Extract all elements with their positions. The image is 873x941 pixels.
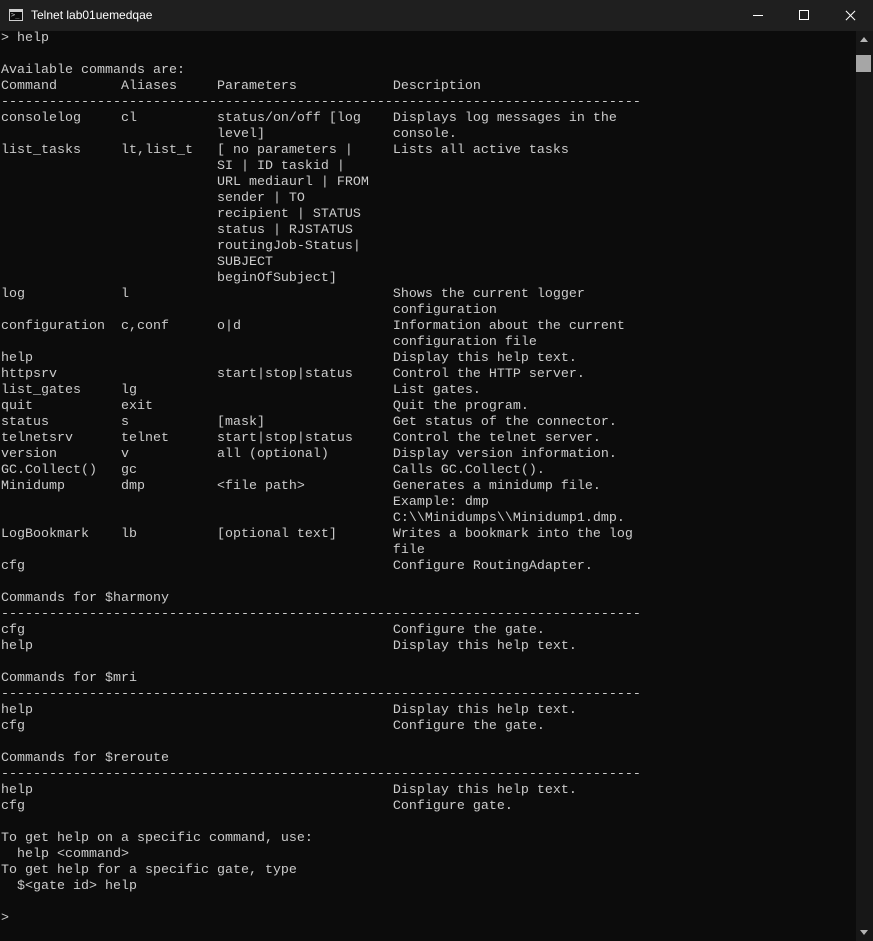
- terminal-line: Commands for $mri: [1, 671, 137, 686]
- terminal-line: LogBookmark lb [optional text] Writes a …: [1, 527, 633, 542]
- terminal-line: configuration file: [1, 335, 537, 350]
- terminal-line: Commands for $harmony: [1, 591, 169, 606]
- terminal-line: ----------------------------------------…: [1, 687, 641, 702]
- terminal-line: cfg Configure gate.: [1, 799, 513, 814]
- terminal-line: version v all (optional) Display version…: [1, 447, 617, 462]
- title-bar[interactable]: Telnet lab01uemedqae: [0, 0, 873, 31]
- terminal-line: cfg Configure the gate.: [1, 623, 545, 638]
- terminal-line: configuration c,conf o|d Information abo…: [1, 319, 625, 334]
- terminal-line: help Display this help text.: [1, 703, 577, 718]
- terminal-line: httpsrv start|stop|status Control the HT…: [1, 367, 585, 382]
- terminal-line: cfg Configure RoutingAdapter.: [1, 559, 593, 574]
- terminal-line: >: [1, 911, 9, 926]
- terminal-line: list_tasks lt,list_t [ no parameters | L…: [1, 143, 569, 158]
- terminal-line: > help: [1, 31, 49, 46]
- terminal-line: SUBJECT: [1, 255, 273, 270]
- console-icon: [9, 9, 23, 21]
- terminal-output[interactable]: > help Available commands are: Command Ali…: [0, 31, 856, 941]
- scroll-up-icon[interactable]: [860, 37, 868, 42]
- terminal-lines: > help Available commands are: Command Ali…: [1, 31, 641, 927]
- terminal-line: recipient | STATUS: [1, 207, 361, 222]
- terminal-line: help <command>: [1, 847, 129, 862]
- terminal-line: ----------------------------------------…: [1, 767, 641, 782]
- terminal-line: $<gate id> help: [1, 879, 137, 894]
- terminal-line: telnetsrv telnet start|stop|status Contr…: [1, 431, 601, 446]
- terminal-line: Example: dmp: [1, 495, 489, 510]
- vertical-scrollbar[interactable]: [856, 31, 873, 941]
- terminal-line: Available commands are:: [1, 63, 185, 78]
- window-title: Telnet lab01uemedqae: [31, 8, 153, 22]
- terminal-line: configuration: [1, 303, 497, 318]
- terminal-line: status s [mask] Get status of the connec…: [1, 415, 617, 430]
- terminal-line: level] console.: [1, 127, 457, 142]
- terminal-line: ----------------------------------------…: [1, 607, 641, 622]
- terminal-line: help Display this help text.: [1, 351, 577, 366]
- terminal-line: C:\\Minidumps\\Minidump1.dmp.: [1, 511, 625, 526]
- terminal-line: SI | ID taskid |: [1, 159, 345, 174]
- terminal-line: sender | TO: [1, 191, 305, 206]
- terminal-line: To get help on a specific command, use:: [1, 831, 313, 846]
- terminal-line: GC.Collect() gc Calls GC.Collect().: [1, 463, 545, 478]
- terminal-line: Minidump dmp <file path> Generates a min…: [1, 479, 601, 494]
- terminal-line: Command Aliases Parameters Description: [1, 79, 481, 94]
- minimize-button[interactable]: [735, 0, 781, 31]
- terminal-line: quit exit Quit the program.: [1, 399, 529, 414]
- terminal-line: To get help for a specific gate, type: [1, 863, 297, 878]
- terminal-line: Commands for $reroute: [1, 751, 169, 766]
- terminal-line: help Display this help text.: [1, 639, 577, 654]
- scroll-thumb[interactable]: [856, 55, 871, 72]
- terminal-line: list_gates lg List gates.: [1, 383, 481, 398]
- close-button[interactable]: [827, 0, 873, 31]
- terminal-line: status | RJSTATUS: [1, 223, 353, 238]
- scroll-down-icon[interactable]: [860, 930, 868, 935]
- terminal-line: help Display this help text.: [1, 783, 577, 798]
- terminal-line: log l Shows the current logger: [1, 287, 585, 302]
- terminal-line: URL mediaurl | FROM: [1, 175, 369, 190]
- terminal-line: ----------------------------------------…: [1, 95, 641, 110]
- terminal-line: consolelog cl status/on/off [log Display…: [1, 111, 617, 126]
- terminal-line: routingJob-Status|: [1, 239, 361, 254]
- terminal-line: file: [1, 543, 425, 558]
- terminal-line: cfg Configure the gate.: [1, 719, 545, 734]
- terminal-line: beginOfSubject]: [1, 271, 337, 286]
- maximize-button[interactable]: [781, 0, 827, 31]
